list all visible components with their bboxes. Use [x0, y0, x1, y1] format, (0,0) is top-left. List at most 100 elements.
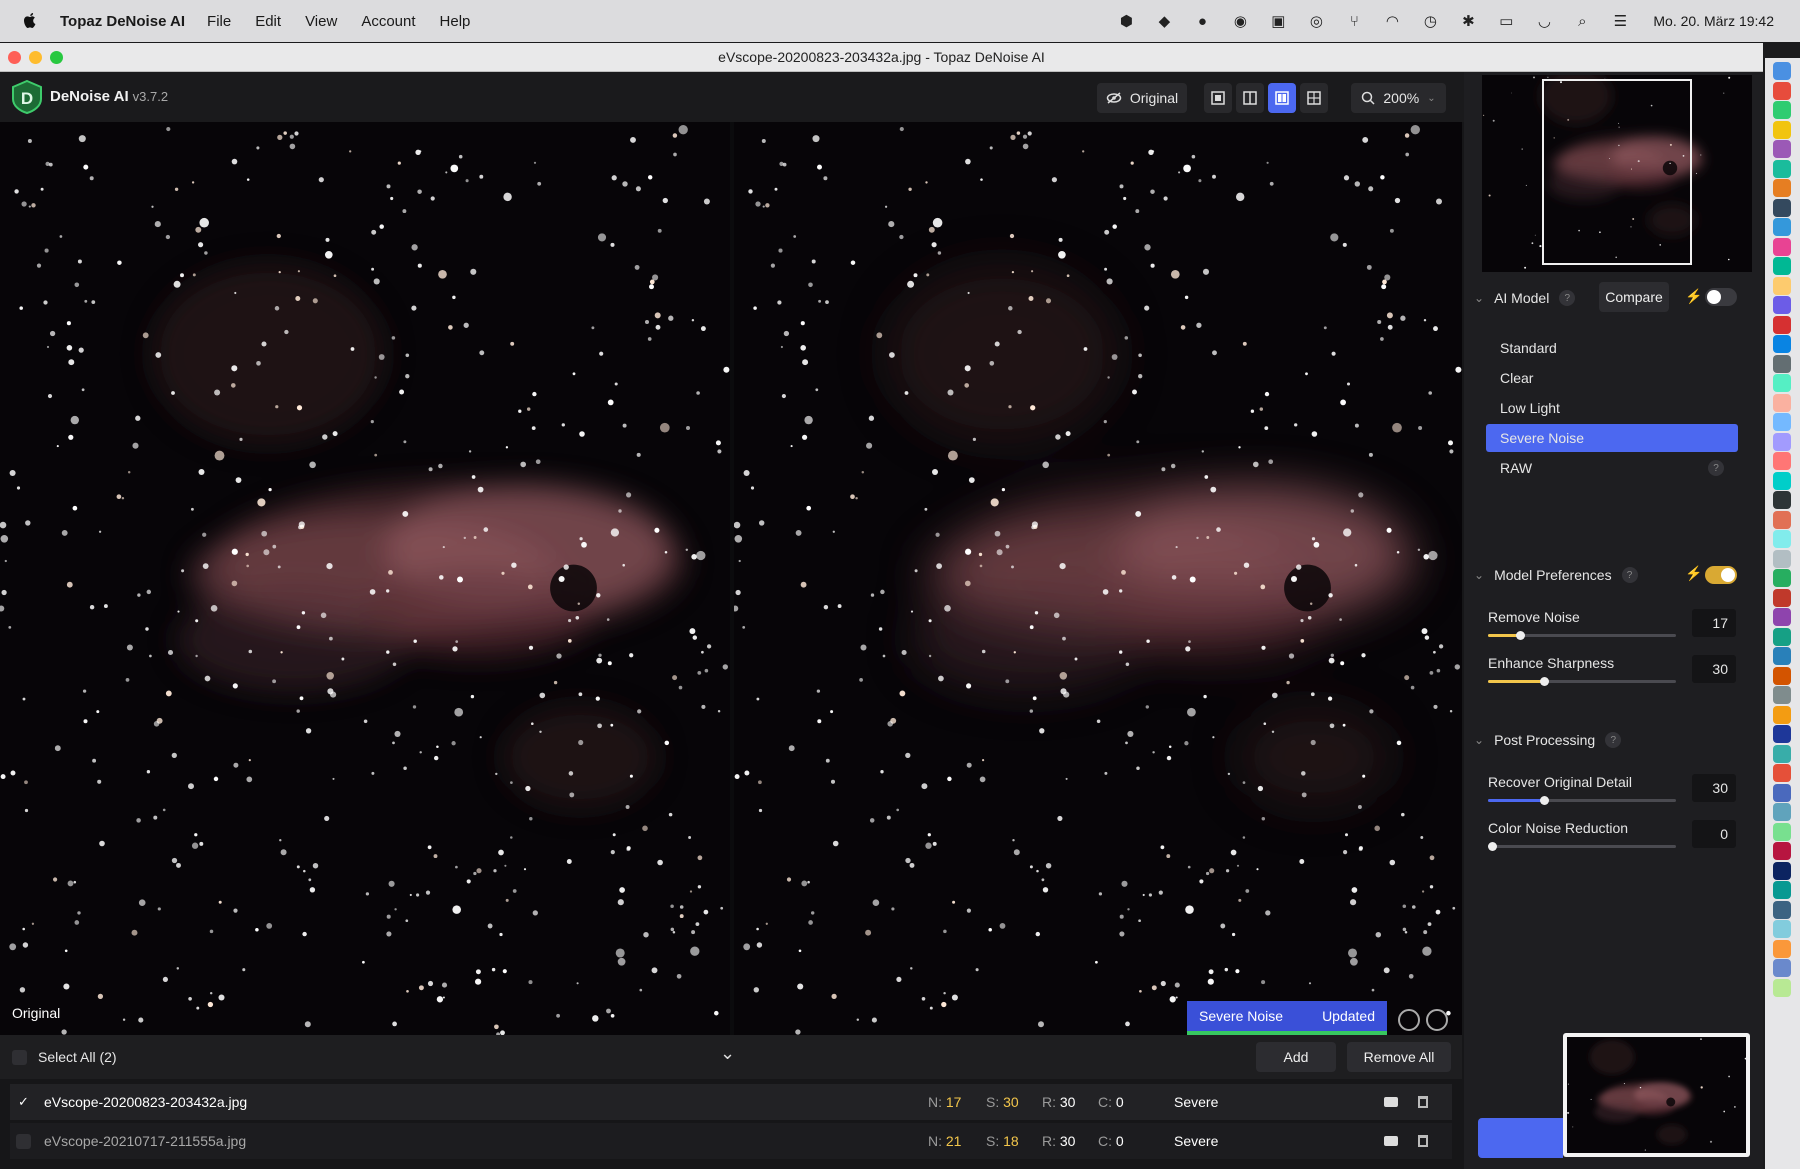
save-image-button[interactable]	[1478, 1118, 1563, 1158]
menu-edit[interactable]: Edit	[255, 13, 281, 30]
split-view-button[interactable]	[1236, 83, 1264, 113]
auto-update-toggle[interactable]	[1705, 566, 1737, 584]
dock-app-icon[interactable]	[1773, 705, 1791, 724]
dock-app-icon[interactable]	[1773, 725, 1791, 743]
ai-model-section-header[interactable]: ⌄ AI Model ?	[1474, 290, 1576, 306]
dock-app-icon[interactable]	[1773, 588, 1791, 607]
menubar-datetime[interactable]: Mo. 20. März 19:42	[1653, 13, 1774, 29]
preview-eye-icon[interactable]	[1384, 1136, 1398, 1146]
dock-app-icon[interactable]	[1773, 959, 1791, 977]
battery-icon[interactable]: ▭	[1495, 12, 1517, 30]
model-option-clear[interactable]: Clear	[1486, 364, 1738, 392]
comparison-grid-view-button[interactable]	[1300, 83, 1328, 113]
screenshot-preview-thumbnail[interactable]	[1563, 1033, 1750, 1157]
slider-handle[interactable]	[1540, 796, 1550, 805]
dock-app-icon[interactable]	[1773, 764, 1791, 782]
select-all-checkbox[interactable]	[12, 1050, 27, 1065]
side-by-side-view-button[interactable]	[1268, 83, 1296, 113]
original-toggle-button[interactable]: Original	[1097, 83, 1187, 113]
control-center-icon[interactable]: ☰	[1609, 12, 1631, 30]
menu-help[interactable]: Help	[440, 13, 471, 30]
recover-detail-slider[interactable]	[1488, 796, 1676, 805]
dock-app-icon[interactable]	[1773, 218, 1791, 236]
menu-file[interactable]: File	[207, 13, 231, 30]
dock-app-icon[interactable]	[1773, 530, 1791, 548]
search-icon[interactable]: ⌕	[1571, 12, 1593, 30]
model-option-severe-noise[interactable]: Severe Noise	[1486, 424, 1738, 452]
dock-app-icon[interactable]	[1773, 803, 1791, 821]
preview-eye-icon[interactable]	[1384, 1097, 1398, 1107]
compare-button[interactable]: Compare	[1599, 282, 1669, 312]
processing-status-badge[interactable]: Severe Noise Updated	[1187, 1001, 1387, 1035]
dock-app-icon[interactable]	[1773, 335, 1791, 353]
dock-app-icon[interactable]	[1773, 861, 1791, 880]
remove-all-button[interactable]: Remove All	[1347, 1042, 1451, 1072]
menu-account[interactable]: Account	[361, 13, 415, 30]
app-menu-name[interactable]: Topaz DeNoise AI	[60, 13, 185, 30]
dropbox-icon[interactable]: ◆	[1153, 12, 1175, 30]
dock-app-icon[interactable]	[1773, 393, 1791, 412]
dock-app-icon[interactable]	[1773, 569, 1791, 587]
dock-app-icon[interactable]	[1773, 978, 1791, 997]
dock-app-icon[interactable]	[1773, 939, 1791, 958]
file-row[interactable]: eVscope-20210717-211555a.jpg N: 21 S: 18…	[10, 1123, 1452, 1159]
dock-app-icon[interactable]	[1773, 608, 1791, 626]
help-icon[interactable]: ?	[1605, 732, 1622, 748]
speed-icon[interactable]: ◠	[1381, 12, 1403, 30]
dock-app-icon[interactable]	[1773, 354, 1791, 373]
sidebar-icon[interactable]: ▣	[1267, 12, 1289, 30]
minimize-window-button[interactable]	[29, 51, 42, 64]
dock-app-icon[interactable]	[1773, 666, 1791, 685]
dock-app-icon[interactable]	[1773, 647, 1791, 665]
single-view-button[interactable]	[1204, 83, 1232, 113]
dock-app-icon[interactable]	[1773, 413, 1791, 431]
dock-app-icon[interactable]	[1773, 296, 1791, 314]
bluetooth-icon[interactable]: ✱	[1457, 12, 1479, 30]
slider-handle[interactable]	[1488, 842, 1497, 851]
app-status-icon[interactable]: ⬢	[1115, 12, 1137, 30]
dock-app-icon[interactable]	[1773, 491, 1791, 509]
dock-app-icon[interactable]	[1773, 237, 1791, 256]
color-noise-slider[interactable]	[1488, 842, 1676, 851]
model-option-raw[interactable]: RAW?	[1486, 454, 1738, 482]
slider-handle[interactable]	[1540, 677, 1550, 686]
dock-app-icon[interactable]	[1773, 432, 1791, 451]
time-machine-icon[interactable]: ◷	[1419, 12, 1441, 30]
dock-app-icon[interactable]	[1773, 822, 1791, 841]
dock-app-icon[interactable]	[1773, 315, 1791, 334]
add-button[interactable]: Add	[1256, 1042, 1336, 1072]
menu-view[interactable]: View	[305, 13, 337, 30]
original-preview-pane[interactable]: Original	[0, 122, 730, 1035]
trash-icon[interactable]	[1418, 1096, 1428, 1108]
post-processing-section-header[interactable]: ⌄ Post Processing ?	[1474, 732, 1622, 748]
compare-auto-toggle[interactable]	[1705, 288, 1737, 306]
model-option-low-light[interactable]: Low Light	[1486, 394, 1738, 422]
dock-app-icon[interactable]	[1773, 452, 1791, 470]
model-option-standard[interactable]: Standard	[1486, 334, 1738, 362]
navigator-thumbnail[interactable]	[1482, 75, 1752, 272]
collapse-list-chevron-icon[interactable]: ⌄	[720, 1043, 735, 1064]
close-window-button[interactable]	[8, 51, 21, 64]
model-preferences-section-header[interactable]: ⌄ Model Preferences ?	[1474, 567, 1638, 583]
apple-icon[interactable]	[22, 12, 38, 30]
dock-app-icon[interactable]	[1773, 920, 1791, 938]
enhance-sharpness-slider[interactable]	[1488, 677, 1676, 686]
select-all-label[interactable]: Select All (2)	[38, 1049, 117, 1065]
processed-preview-pane[interactable]	[734, 122, 1462, 1035]
help-icon[interactable]: ?	[1559, 290, 1576, 306]
dock-app-icon[interactable]	[1773, 120, 1791, 139]
dock-app-icon[interactable]	[1773, 627, 1791, 646]
recover-detail-value[interactable]: 30	[1692, 774, 1736, 802]
dock-app-icon[interactable]	[1773, 510, 1791, 529]
slider-handle[interactable]	[1515, 631, 1525, 640]
dock-app-icon[interactable]	[1773, 140, 1791, 158]
dock-app-icon[interactable]	[1773, 101, 1791, 119]
password-icon[interactable]: ◎	[1305, 12, 1327, 30]
dock-app-icon[interactable]	[1773, 842, 1791, 860]
dock-app-icon[interactable]	[1773, 62, 1791, 80]
helmet-icon[interactable]: ◉	[1229, 12, 1251, 30]
dock-app-icon[interactable]	[1773, 198, 1791, 217]
zoom-dropdown[interactable]: 200% ⌄	[1351, 83, 1446, 113]
color-noise-value[interactable]: 0	[1692, 820, 1736, 848]
dock-app-icon[interactable]	[1773, 81, 1791, 100]
